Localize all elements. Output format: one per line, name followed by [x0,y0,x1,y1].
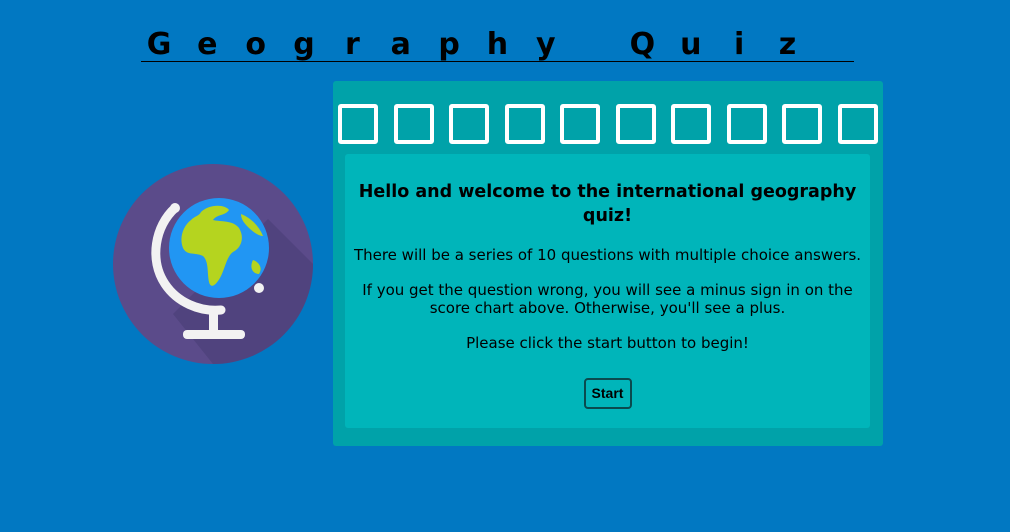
title-letter: a [390,26,411,62]
start-button[interactable]: Start [583,378,632,409]
globe-stand-pole [209,306,218,330]
score-box [338,104,378,144]
intro-heading: Hello and welcome to the international g… [358,182,857,226]
page-title: G e o g r a p h y Q u i z [141,26,854,62]
score-box [393,104,434,144]
title-letter: o [245,26,266,62]
score-box [782,104,823,144]
score-box [504,104,545,144]
score-box [671,104,712,144]
score-chart [338,104,878,144]
title-letter: y [535,26,556,62]
quiz-panel: Hello and welcome to the international g… [333,81,883,446]
title-letter: g [293,26,315,62]
title-letter: G [146,26,172,62]
globe-stand-base [183,330,245,339]
globe-stand-top-pin [170,203,180,213]
score-box [837,104,878,144]
globe-illustration [113,164,313,364]
title-letter: h [486,26,509,62]
title-letter: p [438,26,460,62]
score-box [615,104,656,144]
title-letter: i [733,26,745,62]
score-box [560,104,601,144]
globe-stand-bottom-pin [254,283,264,293]
intro-paragraph-questions: There will be a series of 10 questions w… [353,246,862,264]
title-letter: z [778,26,797,62]
intro-paragraph-scoring: If you get the question wrong, you will … [362,281,853,317]
title-letter: r [344,26,360,62]
title-letter: Q [629,26,656,62]
score-box [726,104,767,144]
globe-icon [113,164,313,364]
title-letter: e [197,26,218,62]
intro-card: Hello and welcome to the international g… [345,154,870,428]
title-letter: u [680,26,702,62]
intro-paragraph-start: Please click the start button to begin! [466,334,749,352]
quiz-page: G e o g r a p h y Q u i z Hello and welc… [0,0,1010,532]
score-box [449,104,490,144]
